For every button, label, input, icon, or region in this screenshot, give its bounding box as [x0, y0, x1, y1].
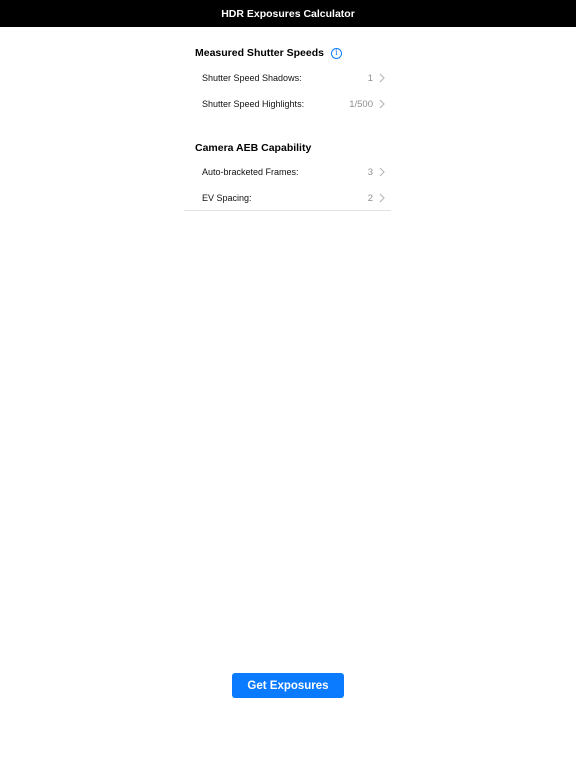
- info-icon[interactable]: i: [330, 47, 342, 59]
- section-title: Camera AEB Capability: [195, 142, 312, 154]
- section-header-measured-shutter-speeds: Measured Shutter Speeds i: [195, 47, 342, 59]
- section-header-camera-aeb-capability: Camera AEB Capability: [195, 142, 311, 154]
- row-value: 3: [367, 166, 373, 178]
- row-label: Auto-bracketed Frames:: [202, 167, 299, 177]
- row-label: Shutter Speed Shadows:: [202, 73, 302, 83]
- row-label: Shutter Speed Highlights:: [202, 99, 305, 109]
- row-value: 1/500: [349, 98, 373, 110]
- page-title: HDR Exposures Calculator: [221, 7, 355, 20]
- chevron-right-icon: [379, 167, 385, 177]
- chevron-right-icon: [379, 73, 385, 83]
- row-shutter-speed-highlights[interactable]: Shutter Speed Highlights: 1/500: [184, 91, 391, 117]
- chevron-right-icon: [379, 193, 385, 203]
- section-title: Measured Shutter Speeds: [195, 47, 324, 59]
- row-value: 2: [367, 192, 373, 204]
- row-ev-spacing[interactable]: EV Spacing: 2: [184, 185, 391, 211]
- chevron-right-icon: [379, 99, 385, 109]
- row-auto-bracketed-frames[interactable]: Auto-bracketed Frames: 3: [184, 159, 391, 185]
- section-divider: [184, 210, 391, 211]
- get-exposures-button[interactable]: Get Exposures: [232, 673, 344, 698]
- row-shutter-speed-shadows[interactable]: Shutter Speed Shadows: 1: [184, 65, 391, 91]
- row-label: EV Spacing:: [202, 193, 252, 203]
- row-value: 1: [367, 72, 373, 84]
- navigation-bar: HDR Exposures Calculator: [0, 0, 576, 27]
